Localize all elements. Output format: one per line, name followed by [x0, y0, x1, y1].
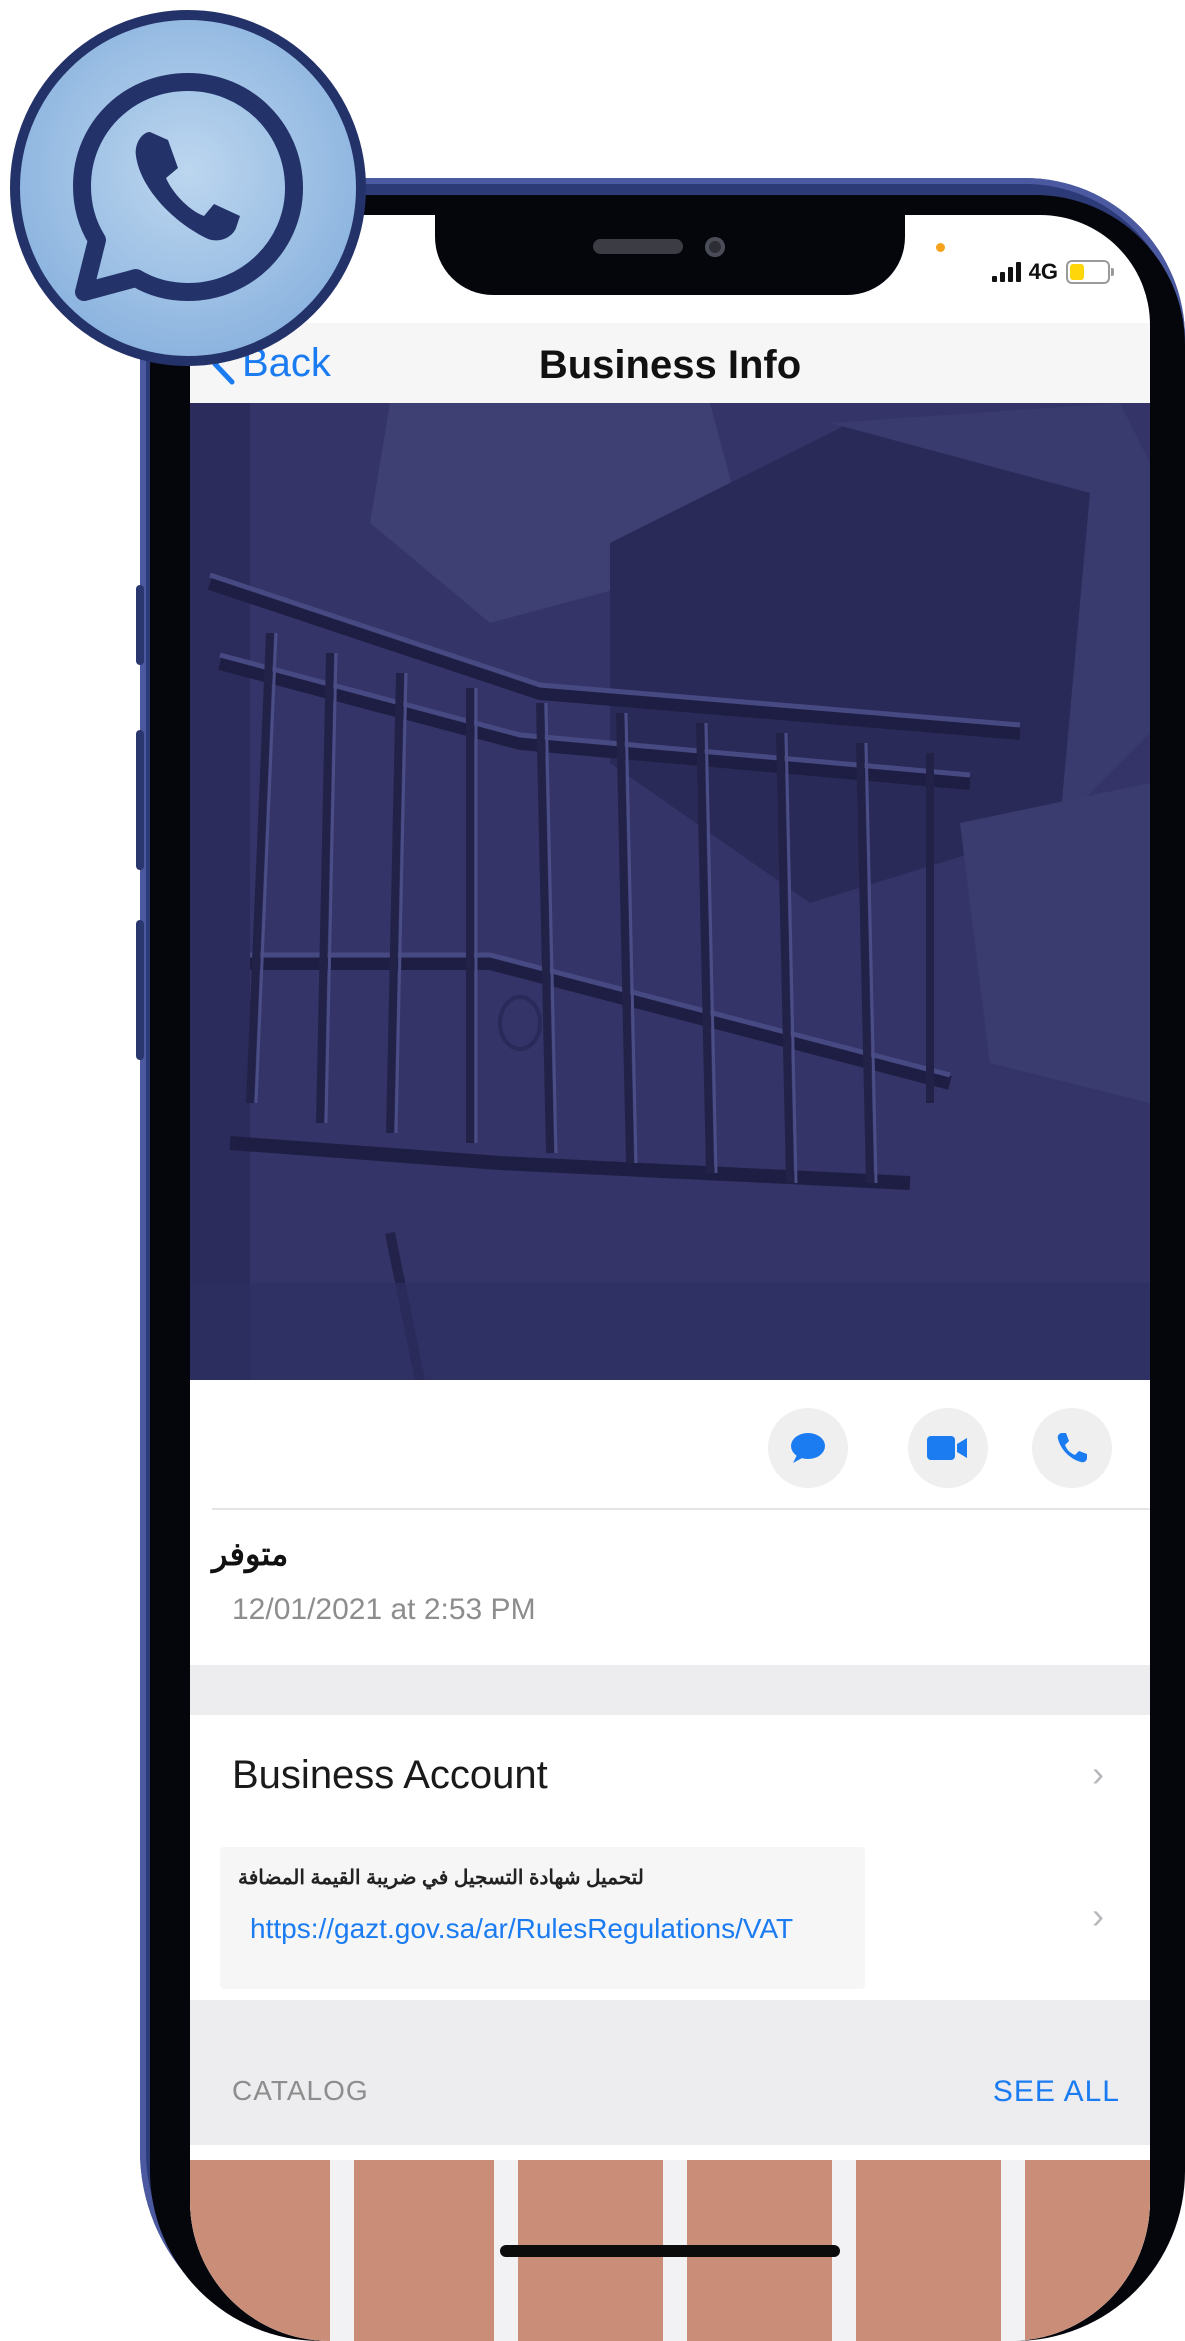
business-account-row[interactable]: Business Account › — [190, 1715, 1150, 1835]
chevron-right-icon: › — [1092, 1895, 1104, 1936]
notch — [435, 215, 905, 295]
description-link[interactable]: https://gazt.gov.sa/ar/RulesRegulations/… — [250, 1913, 793, 1945]
network-label: 4G — [1028, 259, 1058, 284]
about-date: 12/01/2021 at 2:53 PM — [232, 1593, 536, 1626]
message-button[interactable] — [768, 1408, 848, 1488]
about-status-text: متوفر — [212, 1536, 289, 1572]
phone-side-button — [136, 730, 144, 870]
catalog-item[interactable] — [1025, 2160, 1150, 2341]
business-description-row[interactable]: لتحميل شهادة التسجيل في ضريبة القيمة الم… — [190, 1835, 1150, 2000]
privacy-indicator-dot — [936, 243, 945, 252]
catalog-item[interactable] — [190, 2160, 330, 2341]
front-camera — [705, 237, 725, 257]
section-separator — [190, 1665, 1150, 1715]
shopping-cart-illustration — [190, 403, 1150, 1380]
voice-call-button[interactable] — [1032, 1408, 1112, 1488]
catalog-item[interactable] — [354, 2160, 494, 2341]
catalog-title: CATALOG — [232, 2075, 369, 2106]
phone-side-button — [136, 585, 144, 665]
whatsapp-logo-badge — [10, 10, 366, 366]
see-all-link[interactable]: SEE ALL — [993, 2075, 1120, 2109]
phone-side-button — [136, 920, 144, 1060]
description-text: لتحميل شهادة التسجيل في ضريبة القيمة الم… — [238, 1867, 644, 1889]
catalog-header: CATALOG SEE ALL — [190, 2075, 1150, 2145]
contact-actions — [190, 1380, 1150, 1508]
battery-icon — [1066, 260, 1114, 284]
chevron-right-icon: › — [1092, 1753, 1104, 1794]
phone-screen: 4G Back Business Info متوفر 12/01/2021 a… — [190, 215, 1150, 2341]
video-call-button[interactable] — [908, 1408, 988, 1488]
phone-icon — [1057, 1433, 1087, 1463]
video-icon — [927, 1436, 967, 1460]
catalog-item[interactable] — [856, 2160, 1001, 2341]
status-bar-right: 4G — [991, 259, 1114, 285]
message-icon — [791, 1433, 825, 1463]
business-account-label: Business Account — [232, 1753, 548, 1797]
signal-icon — [991, 262, 1021, 282]
section-divider — [212, 1508, 1150, 1510]
speaker-grille — [593, 239, 683, 254]
whatsapp-icon — [73, 73, 303, 301]
section-separator — [190, 2000, 1150, 2075]
profile-photo[interactable] — [190, 403, 1150, 1380]
home-indicator[interactable] — [500, 2245, 840, 2257]
